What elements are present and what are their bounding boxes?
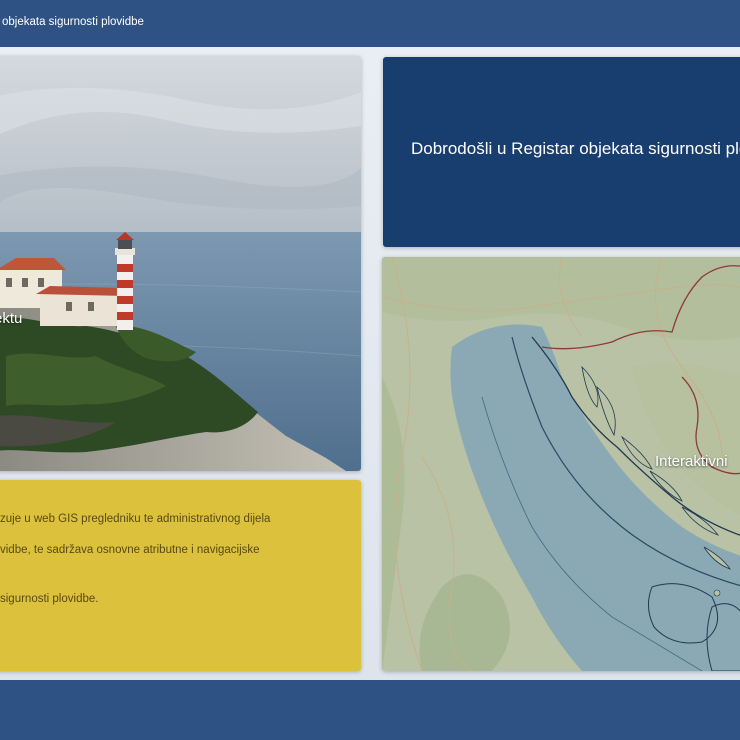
lighthouse-photo-card[interactable]: ektu <box>0 56 361 471</box>
top-navigation-bar: objekata sigurnosti plovidbe <box>0 0 740 47</box>
photo-caption: ektu <box>0 310 23 327</box>
about-info-card: zuje u web GIS pregledniku te administra… <box>0 480 361 671</box>
welcome-heading: Dobrodošli u Registar objekata sigurnost… <box>411 139 740 158</box>
footer-bar <box>0 680 740 740</box>
interactive-map-card[interactable]: Interaktivni <box>382 257 740 671</box>
map-caption: Interaktivni <box>655 453 728 470</box>
app-title[interactable]: objekata sigurnosti plovidbe <box>2 16 144 28</box>
info-text-line-3: sigurnosti plovidbe. <box>0 593 99 605</box>
info-text-line-2: vidbe, te sadržava osnovne atributne i n… <box>0 544 260 556</box>
info-text-line-1: zuje u web GIS pregledniku te administra… <box>0 513 271 525</box>
welcome-card: Dobrodošli u Registar objekata sigurnost… <box>383 57 740 247</box>
lighthouse-photo <box>0 56 361 471</box>
